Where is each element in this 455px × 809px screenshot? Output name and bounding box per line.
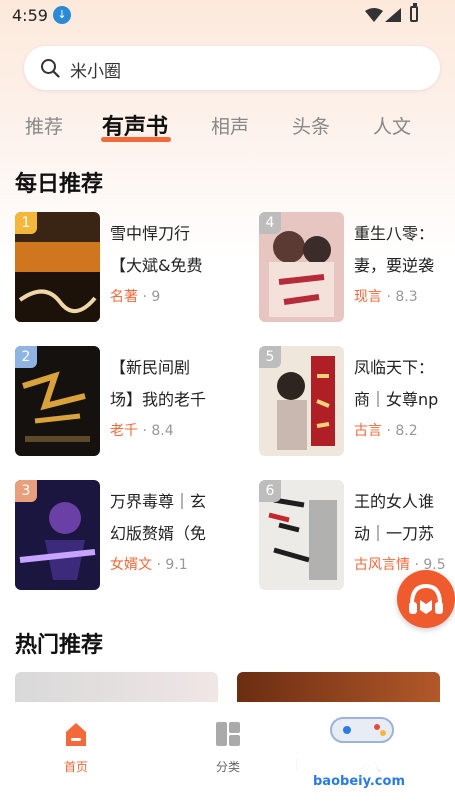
rank-badge: 4 [259,212,281,234]
book-title-line1: 重生八零： [354,224,435,243]
book-title-line2: 妻，要逆袭 [354,256,435,275]
book-title-line2: 动｜一刀苏 [354,524,435,543]
watermark-text: 宝贝游戏网 [285,748,410,777]
book-cover[interactable]: 5 [259,346,344,456]
book-meta: 现言 · 8.3 [354,286,418,306]
book-meta: 女婿文 · 9.1 [110,554,188,574]
book-meta: 名著 · 9 [110,286,160,306]
book-title-line2: 幻版赘婿（免 [110,524,207,543]
rank-badge: 6 [259,480,281,502]
rank-badge: 3 [15,480,37,502]
audio-player-button[interactable] [397,570,455,628]
book-card[interactable]: 3 万界毒尊｜玄 幻版赘婿（免 女婿文 · 9.1 [15,480,235,592]
book-title-line1: 万界毒尊｜玄 [110,492,207,511]
tab-crosstalk[interactable]: 相声 [211,112,249,139]
book-cover[interactable]: 2 [15,346,100,456]
download-icon: ↓ [53,6,71,24]
active-tab-indicator [101,137,171,142]
tab-recommend[interactable]: 推荐 [25,112,63,139]
search-input[interactable]: 米小圈 [70,57,121,82]
book-title-line2: 商｜女尊np [354,390,439,409]
book-cover[interactable]: 1 [15,212,100,322]
rank-badge: 2 [15,346,37,368]
status-bar: 4:59 ↓ [0,0,455,32]
book-title-line2: 【大斌&免费 [110,256,203,275]
tab-headlines[interactable]: 头条 [292,112,330,139]
home-icon [66,723,86,746]
search-bar[interactable]: 米小圈 [24,46,440,90]
book-title-line1: 王的女人谁 [354,492,435,511]
nav-category-label: 分类 [215,760,240,774]
book-cover[interactable]: 6 [259,480,344,590]
book-category: 女婿文 [110,557,152,573]
book-title-line1: 【新民间剧 [110,358,191,377]
book-category: 现言 [354,289,382,305]
rank-badge: 5 [259,346,281,368]
category-tabs: 推荐 有声书 相声 头条 人文 [0,108,455,148]
book-score: · 8.2 [386,423,418,439]
book-score: · 8.4 [142,423,174,439]
book-meta: 古言 · 8.2 [354,420,418,440]
book-score: · 8.3 [386,289,418,305]
section-title-hot: 热门推荐 [15,633,104,658]
nav-category[interactable]: 分类 [188,720,268,775]
book-cover[interactable]: 4 [259,212,344,322]
site-watermark: 宝贝游戏网 baobeiy.com [275,712,455,802]
book-card[interactable]: 4 重生八零： 妻，要逆袭 现言 · 8.3 [259,212,455,324]
section-title-daily: 每日推荐 [15,172,104,197]
book-category: 名著 [110,289,138,305]
nav-home-label: 首页 [63,760,88,774]
category-icon [216,722,240,746]
headphones-icon [409,583,443,614]
book-score: · 9.1 [156,557,188,573]
hot-item-card[interactable] [15,672,218,702]
battery-icon [410,3,418,22]
book-meta: 老千 · 8.4 [110,420,174,440]
book-title-line1: 雪中悍刀行 [110,224,191,243]
book-card[interactable]: 5 凤临天下： 商｜女尊np 古言 · 8.2 [259,346,455,458]
nav-home[interactable]: 首页 [36,720,116,775]
book-score: · 9 [142,289,161,305]
book-title-line2: 场】我的老千 [110,390,207,409]
book-category: 古言 [354,423,382,439]
hot-item-card[interactable] [237,672,440,702]
search-icon [41,59,60,78]
book-card[interactable]: 1 雪中悍刀行 【大斌&免费 名著 · 9 [15,212,235,324]
book-category: 老千 [110,423,138,439]
signal-icon [385,8,401,22]
tab-humanities[interactable]: 人文 [373,112,411,139]
wifi-icon [365,8,383,22]
book-title-line1: 凤临天下： [354,358,435,377]
gamepad-icon [330,717,394,743]
watermark-url: baobeiy.com [313,774,405,789]
book-card[interactable]: 2 【新民间剧 场】我的老千 老千 · 8.4 [15,346,235,458]
book-cover[interactable]: 3 [15,480,100,590]
rank-badge: 1 [15,212,37,234]
status-time: 4:59 [12,6,48,25]
